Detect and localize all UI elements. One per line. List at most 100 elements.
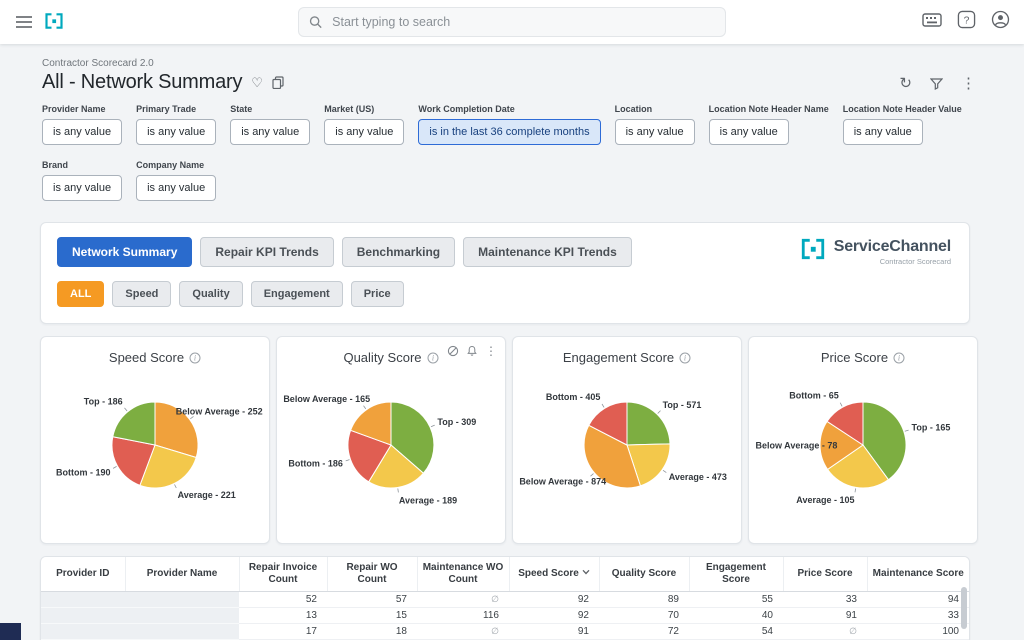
pie-label: Bottom - 65 — [789, 391, 839, 401]
kebab-menu-icon[interactable]: ⋮ — [961, 76, 976, 91]
hamburger-menu-icon[interactable] — [14, 12, 34, 32]
info-icon[interactable]: i — [189, 352, 201, 364]
chart-title-row: Speed Scorei — [41, 337, 269, 365]
servicechannel-logo-icon — [44, 12, 64, 32]
favorite-heart-icon[interactable]: ♡ — [251, 76, 263, 89]
filter-label: Market (US) — [324, 104, 404, 114]
pie-label: Average - 105 — [796, 495, 854, 505]
filter-value-dropdown[interactable]: is any value — [230, 119, 310, 145]
info-icon[interactable]: i — [893, 352, 905, 364]
column-header-speed-score[interactable]: Speed Score — [509, 557, 599, 592]
pie-label: Below Average - 252 — [176, 407, 263, 417]
help-icon[interactable]: ? — [957, 10, 976, 29]
pill-all[interactable]: ALL — [57, 281, 104, 307]
search-input[interactable] — [330, 14, 715, 30]
chat-widget-button[interactable] — [0, 623, 21, 640]
column-header-engagement-score[interactable]: Engagement Score — [689, 557, 783, 592]
brand-block: ServiceChannel Contractor Scorecard — [800, 237, 951, 266]
tab-repair-kpi-trends[interactable]: Repair KPI Trends — [200, 237, 333, 267]
filter-value-dropdown[interactable]: is in the last 36 complete months — [418, 119, 600, 145]
info-icon[interactable]: i — [427, 352, 439, 364]
filter-value-dropdown[interactable]: is any value — [615, 119, 695, 145]
filter-label: Provider Name — [42, 104, 122, 114]
search-icon — [309, 15, 322, 29]
pill-quality[interactable]: Quality — [179, 281, 242, 307]
tab-benchmarking[interactable]: Benchmarking — [342, 237, 455, 267]
filter-primary-trade: Primary Tradeis any value — [136, 104, 216, 145]
column-header-repair-invoice-count[interactable]: Repair Invoice Count — [239, 557, 327, 592]
filter-location: Location is any value — [615, 104, 695, 145]
filter-value-dropdown[interactable]: is any value — [42, 119, 122, 145]
filter-label: Location — [615, 104, 695, 114]
pie-label: Bottom - 190 — [56, 467, 111, 477]
pie-chart[interactable]: Top - 165 Average - 105 Below Average - 78… — [749, 367, 977, 519]
table-cell: 54 — [689, 624, 783, 640]
column-header-quality-score[interactable]: Quality Score — [599, 557, 689, 592]
column-header-provider-id[interactable]: Provider ID — [41, 557, 125, 592]
filter-label: Work Completion Date — [418, 104, 600, 114]
table-cell — [125, 608, 239, 624]
keyboard-icon[interactable] — [922, 10, 942, 29]
tab-maintenance-kpi-trends[interactable]: Maintenance KPI Trends — [463, 237, 632, 267]
pie-label: Below Average - 78 — [756, 441, 838, 451]
pie-label: Top - 165 — [912, 423, 951, 433]
table-row: 5257∅9289553394 — [41, 592, 969, 608]
filter-value-dropdown[interactable]: is any value — [136, 119, 216, 145]
pie-chart[interactable]: Top - 309Average - 189Bottom - 186Below … — [277, 367, 505, 519]
column-header-maintenance-wo-count[interactable]: Maintenance WO Count — [417, 557, 509, 592]
table-cell: 40 — [689, 608, 783, 624]
search-bar — [298, 7, 726, 37]
bell-icon[interactable] — [466, 345, 478, 357]
table-scrollbar[interactable] — [961, 587, 967, 629]
topbar: ? — [0, 0, 1024, 44]
column-header-provider-name[interactable]: Provider Name — [125, 557, 239, 592]
column-header-price-score[interactable]: Price Score — [783, 557, 867, 592]
info-icon[interactable]: i — [679, 352, 691, 364]
refresh-icon[interactable]: ↻ — [899, 76, 912, 91]
copy-icon[interactable] — [272, 76, 284, 89]
filter-icon[interactable] — [930, 78, 943, 90]
dashboard-actions: ↻ ⋮ — [899, 76, 976, 91]
chart-card-speed-score: Speed ScoreiBelow Average - 252Average -… — [40, 336, 270, 544]
tab-network-summary[interactable]: Network Summary — [57, 237, 192, 267]
filter-value-dropdown[interactable]: is any value — [42, 175, 122, 201]
pie-label: Bottom - 405 — [546, 392, 601, 402]
table-cell: 70 — [599, 608, 689, 624]
table-cell: 55 — [689, 592, 783, 608]
pill-engagement[interactable]: Engagement — [251, 281, 343, 307]
circle-slash-icon[interactable] — [447, 345, 459, 357]
table-cell: ∅ — [783, 624, 867, 640]
filter-label: Location Note Header Value — [843, 104, 962, 114]
filter-value-dropdown[interactable]: is any value — [843, 119, 923, 145]
chart-title: Price Score — [821, 350, 888, 365]
column-header-maintenance-score[interactable]: Maintenance Score — [867, 557, 969, 592]
table-card: Provider IDProvider NameRepair Invoice C… — [40, 556, 970, 640]
filter-value-dropdown[interactable]: is any value — [324, 119, 404, 145]
pie-label: Top - 571 — [663, 400, 702, 410]
account-icon[interactable] — [991, 10, 1010, 29]
table-cell — [41, 608, 125, 624]
pill-price[interactable]: Price — [351, 281, 404, 307]
table-cell: 33 — [867, 608, 969, 624]
filter-value-dropdown[interactable]: is any value — [709, 119, 789, 145]
chart-title: Engagement Score — [563, 350, 674, 365]
hamburger-glyph — [15, 15, 33, 29]
title-row: All - Network Summary ♡ — [42, 71, 284, 94]
pie-chart[interactable]: Below Average - 252Average - 221Bottom -… — [41, 367, 269, 519]
kebab-menu-icon[interactable]: ⋮ — [485, 345, 497, 357]
table-cell: 18 — [327, 624, 417, 640]
nav-card: Network Summary Repair KPI Trends Benchmar… — [40, 222, 970, 324]
table-cell: 15 — [327, 608, 417, 624]
chart-card-engagement-score: Engagement Score i Top - 571Average - 473B… — [512, 336, 742, 544]
table-cell: 94 — [867, 592, 969, 608]
table-cell: 100 — [867, 624, 969, 640]
chart-title: Quality Score — [343, 350, 421, 365]
filter-state: Stateis any value — [230, 104, 310, 145]
brand-name: ServiceChannel — [834, 237, 951, 256]
filter-value-dropdown[interactable]: is any value — [136, 175, 216, 201]
table-cell: 17 — [239, 624, 327, 640]
column-header-repair-wo-count[interactable]: Repair WO Count — [327, 557, 417, 592]
brand-subtitle: Contractor Scorecard — [834, 257, 951, 266]
pie-chart[interactable]: Top - 571Average - 473Below Average - 87… — [513, 367, 741, 519]
pill-speed[interactable]: Speed — [112, 281, 171, 307]
